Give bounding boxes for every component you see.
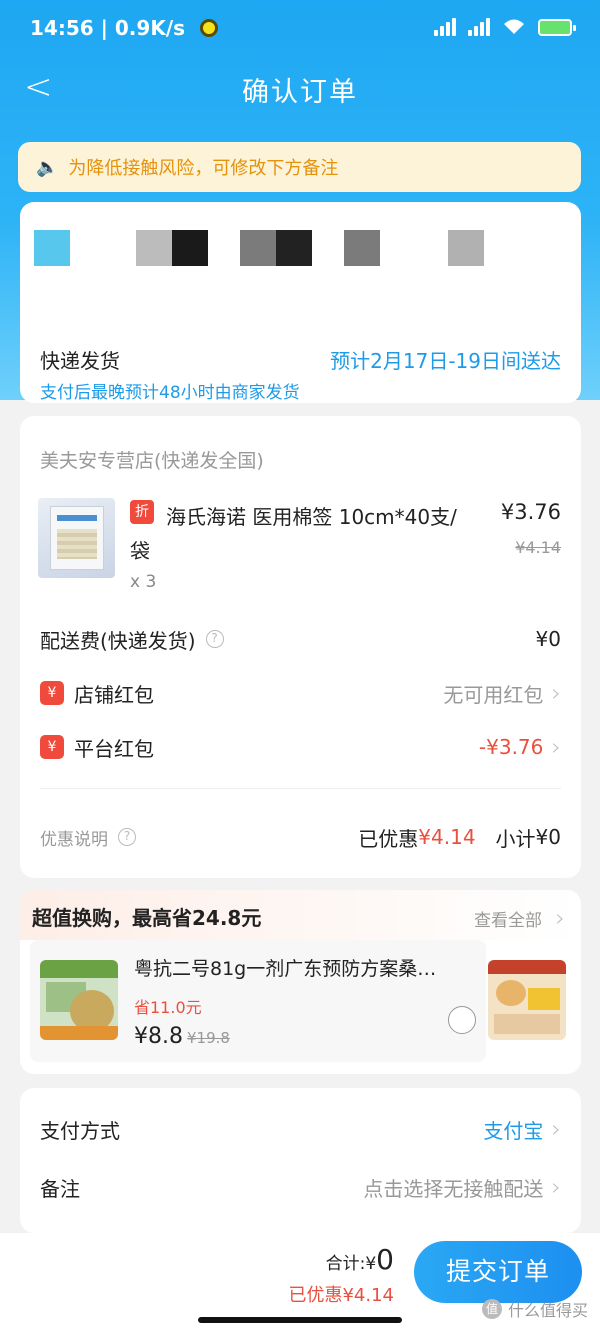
product-name[interactable]: 海氏海诺 医用棉签 10cm*40支/袋 [130,500,470,568]
redacted-block [240,230,276,266]
shipping-row: 配送费(快递发货)? ¥0 [40,624,561,654]
product-qty: x 3 [130,572,157,592]
shipping-value: ¥0 [535,627,561,651]
notice-banner: 🔈 为降低接触风险，可修改下方备注 [18,142,581,192]
payment-value: 支付宝 [483,1118,544,1143]
shop-name[interactable]: 美夫安专营店(快递发全国) [40,446,264,473]
summary-row: 优惠说明? 已优惠 ¥4.14 小计 ¥0 [40,822,561,852]
address-card[interactable]: 快递发货 预计2月17日-19日间送达 支付后最晚预计48小时由商家发货 [20,202,581,403]
watermark-logo-icon: 值 [481,1299,502,1319]
submit-order-button[interactable]: 提交订单 [414,1241,582,1303]
exchange-title: 超值换购，最高省24.8元 [32,906,262,930]
total: 合计:¥0 [326,1243,394,1276]
watermark: 值什么值得买 [481,1297,588,1321]
select-radio[interactable] [448,1006,476,1034]
chevron-right-icon: › [551,1173,561,1201]
battery-icon [538,18,576,36]
saved-value: ¥4.14 [418,825,476,849]
note-value: 点击选择无接触配送 [363,1176,544,1201]
exchange-product-price: ¥8.8 [134,1024,183,1049]
home-indicator[interactable] [198,1317,402,1323]
chevron-right-icon: › [551,1115,561,1143]
note-label: 备注 [40,1176,80,1201]
help-icon[interactable]: ? [118,828,136,846]
exchange-card: 超值换购，最高省24.8元 查看全部 › 粤抗二号81g一剂广东预防方案桑… 省… [20,890,581,1074]
view-all-link[interactable]: 查看全部 › [474,904,565,932]
status-icons [434,18,576,36]
delivery-eta: 预计2月17日-19日间送达 [330,349,561,373]
saved-prefix: 已优惠 [358,826,419,851]
store-coupon-value: 无可用红包 [443,682,544,707]
chevron-right-icon: › [555,904,565,932]
page-title: 确认订单 [242,77,358,108]
next-product-image[interactable] [488,960,566,1040]
product-image[interactable] [38,498,115,578]
store-coupon-label: 店铺红包 [74,682,154,707]
exchange-product[interactable]: 粤抗二号81g一剂广东预防方案桑… 省11.0元 ¥8.8 ¥19.8 [30,940,486,1062]
redacted-block [136,230,172,266]
help-icon[interactable]: ? [205,630,224,648]
total-prefix: 合计:¥ [325,1254,377,1274]
store-coupon-row[interactable]: ¥ 店铺红包 无可用红包 › [40,678,561,708]
redacted-block [172,230,208,266]
watermark-text: 什么值得买 [507,1301,588,1320]
status-time: 14:56 | 0.9K/s [30,16,186,40]
exchange-product-save: 省11.0元 [134,998,202,1017]
view-all-label: 查看全部 [473,911,542,931]
notice-text: 为降低接触风险，可修改下方备注 [68,158,339,179]
coupon-icon: ¥ [40,681,64,705]
redacted-address [34,230,70,266]
coupon-icon: ¥ [40,735,64,759]
notification-icon [200,19,218,37]
order-card: 美夫安专营店(快递发全国) 海氏海诺 医用棉签 10cm*40支/袋 折 x 3… [20,416,581,878]
status-bar: 14:56 | 0.9K/s [0,0,600,58]
delivery-subtitle: 支付后最晚预计48小时由商家发货 [40,383,300,403]
exchange-product-name: 粤抗二号81g一剂广东预防方案桑… [134,958,437,980]
product-original-price: ¥4.14 [515,538,561,557]
total-value: 0 [376,1243,394,1276]
footer-saved: 已优惠¥4.14 [288,1285,394,1306]
shipping-label: 配送费(快递发货) [40,628,196,653]
product-price: ¥3.76 [500,500,561,524]
payment-row[interactable]: 支付方式 支付宝 › [40,1114,561,1144]
payment-card: 支付方式 支付宝 › 备注 点击选择无接触配送 › [20,1088,581,1233]
nav-bar: < 确认订单 [0,58,600,118]
wifi-icon [504,19,524,34]
redacted-block [448,230,484,266]
chevron-right-icon: › [551,679,561,707]
discount-info-label: 优惠说明 [40,829,108,850]
divider [40,788,561,789]
delivery-label: 快递发货 [40,349,120,373]
discount-badge: 折 [130,500,154,524]
redacted-block [344,230,380,266]
bottom-bar: 合计:¥0 已优惠¥4.14 提交订单 值什么值得买 [0,1233,600,1333]
speaker-icon: 🔈 [36,156,59,178]
platform-coupon-label: 平台红包 [74,736,154,761]
platform-coupon-row[interactable]: ¥ 平台红包 -¥3.76 › [40,732,561,762]
exchange-product-original-price: ¥19.8 [186,1029,230,1047]
platform-coupon-value: -¥3.76 [478,735,544,759]
signal-icon-2 [468,18,490,36]
chevron-right-icon: › [551,733,561,761]
subtotal-prefix: 小计 [495,826,536,851]
signal-icon [434,18,456,36]
exchange-product-price-wrap: ¥8.8 ¥19.8 [134,1024,230,1049]
payment-label: 支付方式 [40,1118,120,1143]
exchange-product-image[interactable] [40,960,118,1040]
redacted-block [276,230,312,266]
subtotal-value: ¥0 [535,825,561,849]
note-row[interactable]: 备注 点击选择无接触配送 › [40,1172,561,1202]
